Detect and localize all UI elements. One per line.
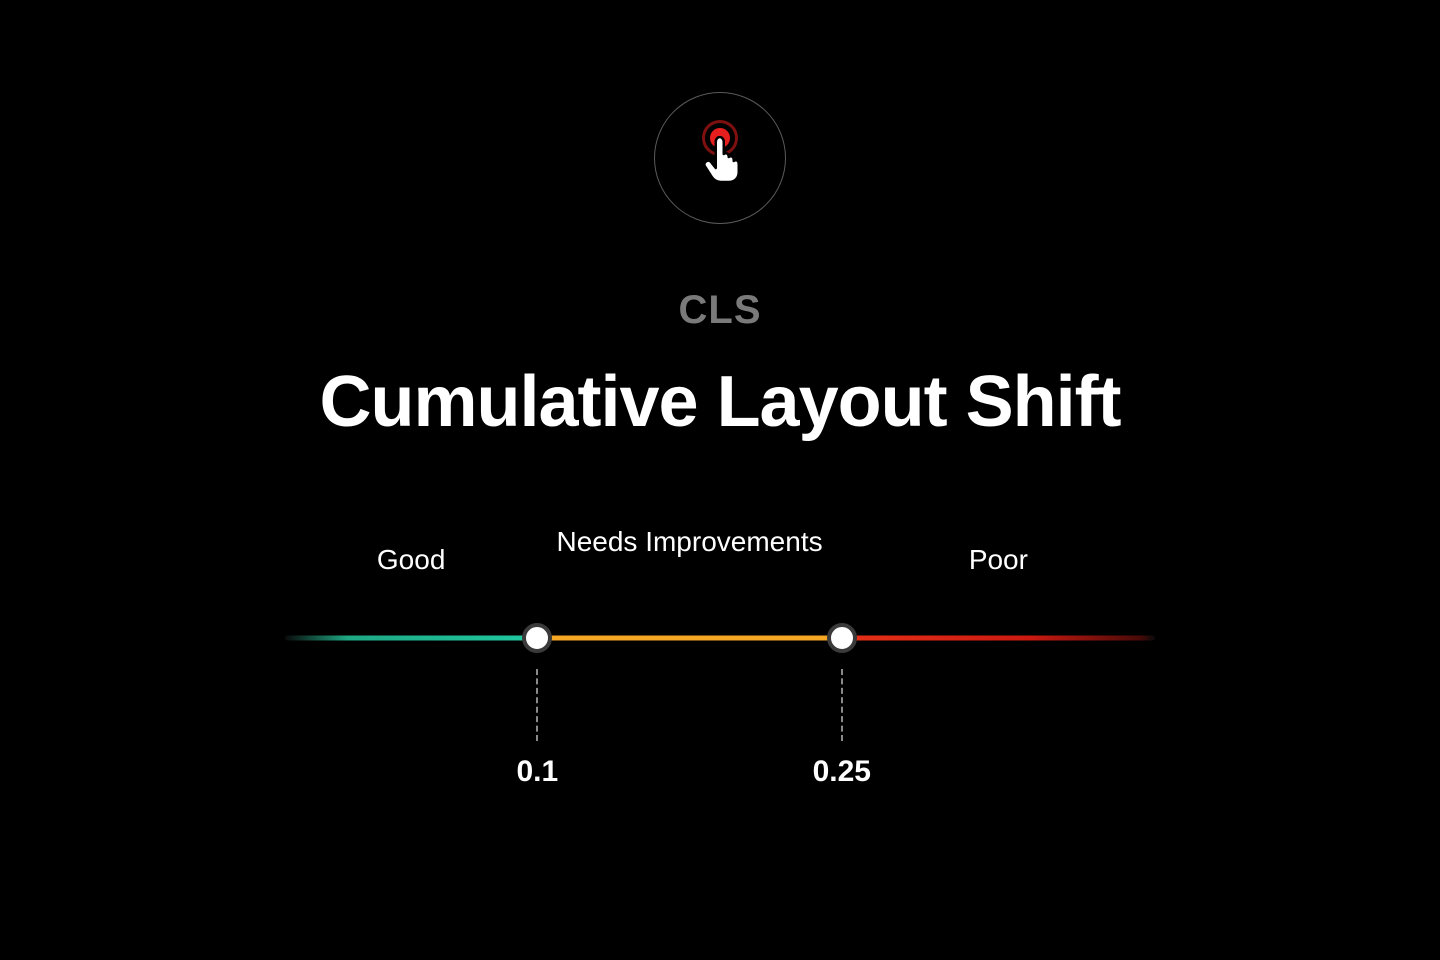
scale-label-poor: Poor [842, 541, 1155, 579]
tap-pointer-icon [692, 130, 748, 186]
scale-label-needs-improvements: Needs Improvements [537, 523, 842, 561]
scale-values-row: 0.1 0.25 [285, 755, 1155, 795]
metric-abbreviation: CLS [679, 288, 762, 333]
scale-labels-row: Good Needs Improvements Poor [285, 523, 1155, 603]
threshold-scale: Good Needs Improvements Poor 0.1 0.25 [285, 523, 1155, 795]
scale-bar-poor [842, 636, 1155, 641]
scale-bar-row [285, 621, 1155, 655]
threshold-tick-2 [841, 669, 843, 741]
metric-title: Cumulative Layout Shift [319, 361, 1120, 443]
threshold-tick-1 [536, 669, 538, 741]
metric-icon-circle [654, 92, 786, 224]
threshold-marker-2 [827, 623, 857, 653]
threshold-value-1: 0.1 [516, 755, 558, 789]
threshold-marker-1 [522, 623, 552, 653]
hand-pointer-icon [700, 136, 744, 184]
scale-bar-mid [537, 636, 842, 641]
threshold-value-2: 0.25 [813, 755, 871, 789]
scale-label-good: Good [285, 541, 537, 579]
scale-bar-good [285, 636, 537, 641]
